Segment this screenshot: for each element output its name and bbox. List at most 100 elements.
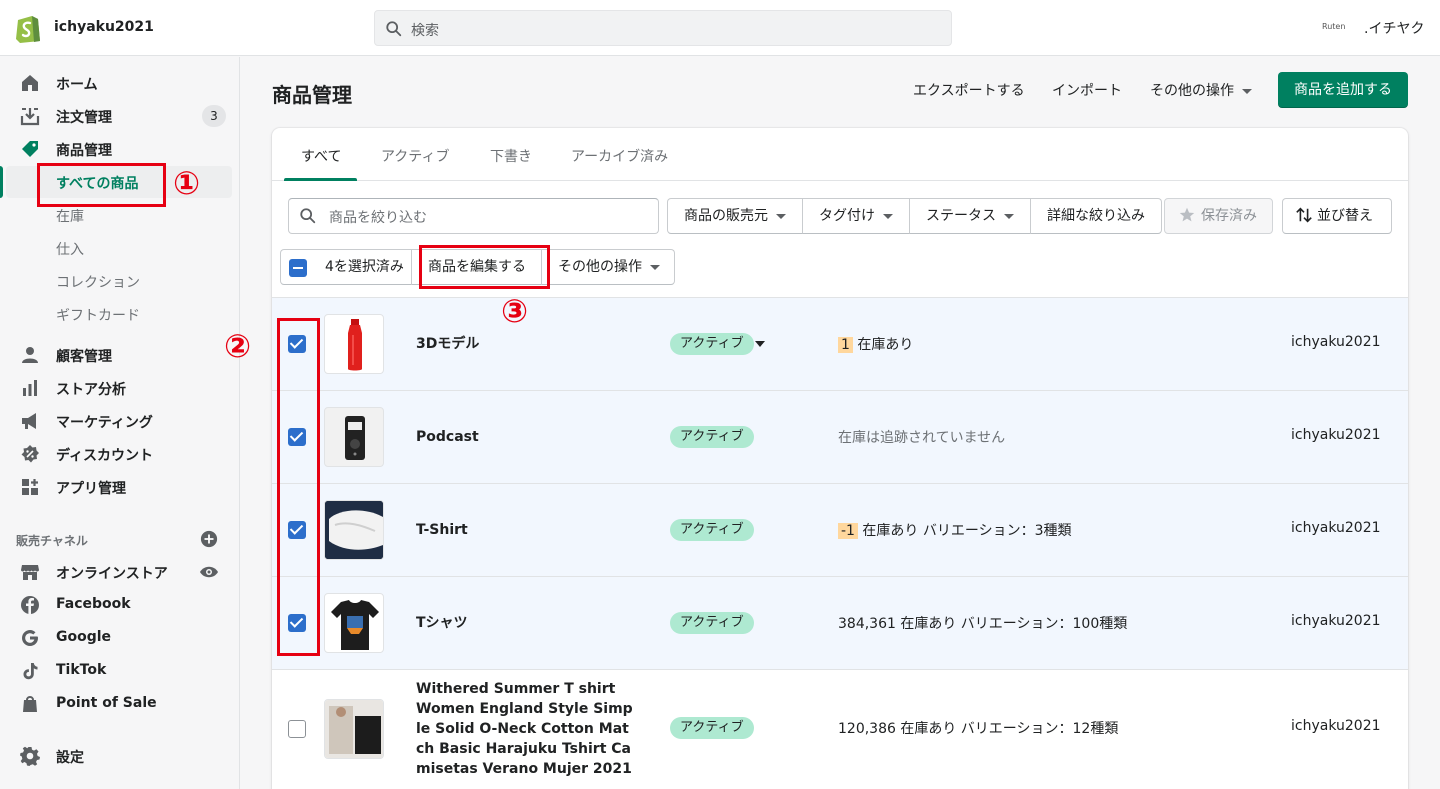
vendor-text: ichyaku2021 — [1291, 718, 1381, 734]
caret-down-icon — [1242, 88, 1252, 94]
star-icon — [1179, 207, 1195, 222]
bulk-more-actions-button[interactable]: その他の操作 — [541, 249, 675, 285]
tab-active[interactable]: アクティブ — [381, 146, 449, 166]
apps-icon — [22, 479, 38, 495]
sidebar-label-marketing: マーケティング — [56, 415, 153, 431]
table-row[interactable]: Withered Summer T shirt Women England St… — [272, 669, 1408, 789]
status-badge: アクティブ — [670, 717, 754, 739]
tagged-filter-button[interactable]: タグ付け — [802, 198, 910, 234]
tagged-filter-label: タグ付け — [819, 208, 875, 224]
vendor-text: ichyaku2021 — [1291, 613, 1381, 629]
sidebar-item-marketing[interactable]: マーケティング — [0, 405, 240, 437]
product-name-line: Withered Summer T shirt — [416, 681, 616, 697]
eye-icon[interactable] — [199, 562, 219, 582]
product-thumbnail[interactable] — [324, 314, 384, 374]
import-button[interactable]: インポート — [1052, 80, 1122, 100]
tab-archived[interactable]: アーカイブ済み — [571, 146, 668, 166]
sidebar-item-orders[interactable]: 注文管理 3 — [0, 100, 240, 132]
saved-button[interactable]: 保存済み — [1164, 198, 1273, 234]
selected-count-label: 4を選択済み — [325, 259, 404, 275]
sidebar-label-inventory: 在庫 — [56, 209, 84, 225]
add-product-button[interactable]: 商品を追加する — [1278, 72, 1408, 108]
sidebar-item-facebook[interactable]: Facebook — [0, 589, 240, 621]
active-indicator — [0, 166, 3, 198]
shopify-logo-icon[interactable] — [14, 13, 42, 43]
sort-button[interactable]: 並び替え — [1282, 198, 1392, 234]
google-icon — [22, 630, 38, 646]
sales-channels-heading: 販売チャネル — [16, 534, 88, 548]
user-menu[interactable]: .イチヤク — [1364, 18, 1424, 38]
product-name[interactable]: T-Shirt — [416, 520, 468, 540]
vendor-text: ichyaku2021 — [1291, 334, 1381, 350]
caret-down-icon[interactable] — [755, 341, 765, 347]
tab-all[interactable]: すべて — [301, 146, 341, 166]
product-name-line: Women England Style Simp — [416, 701, 633, 717]
table-row[interactable]: 3Dモデル アクティブ 1 在庫あり ichyaku2021 — [272, 297, 1408, 390]
sidebar-item-gift-cards[interactable]: ギフトカード — [0, 298, 240, 330]
tab-draft[interactable]: 下書き — [490, 146, 532, 166]
sidebar-label-transfers: 仕入 — [56, 242, 84, 258]
status-filter-button[interactable]: ステータス — [909, 198, 1031, 234]
product-name[interactable]: Withered Summer T shirt Women England St… — [416, 679, 633, 779]
select-all-checkbox-button[interactable]: 4を選択済み — [280, 249, 412, 285]
product-thumbnail[interactable] — [324, 593, 384, 653]
vendor-filter-label: 商品の販売元 — [684, 208, 768, 224]
annotation-box-all-products — [37, 163, 166, 207]
sidebar-item-discounts[interactable]: ディスカウント — [0, 438, 240, 470]
product-name[interactable]: Tシャツ — [416, 613, 468, 633]
table-row[interactable]: Tシャツ アクティブ 384,361 在庫あり バリエーション：100種類 ic… — [272, 576, 1408, 669]
product-filter-input[interactable]: 商品を絞り込む — [288, 198, 659, 234]
sidebar-label-settings: 設定 — [56, 750, 84, 766]
export-button[interactable]: エクスポートする — [913, 80, 1025, 100]
product-name-line: misetas Verano Mujer 2021 — [416, 761, 632, 777]
tshirt-collage-image — [325, 700, 383, 758]
product-name[interactable]: Podcast — [416, 427, 479, 447]
table-row[interactable]: Podcast アクティブ 在庫は追跡されていません ichyaku2021 — [272, 390, 1408, 483]
more-actions-button[interactable]: その他の操作 — [1150, 80, 1252, 100]
row-checkbox[interactable] — [288, 720, 306, 738]
inventory-count-highlight: -1 — [838, 523, 858, 539]
product-thumbnail[interactable] — [324, 500, 384, 560]
product-thumbnail[interactable] — [324, 699, 384, 759]
sidebar-item-pos[interactable]: Point of Sale — [0, 688, 240, 720]
sidebar-item-apps[interactable]: アプリ管理 — [0, 471, 240, 503]
caret-down-icon — [776, 213, 786, 219]
top-bar: ichyaku2021 検索 Ruten .イチヤク — [0, 0, 1440, 56]
sidebar-item-google[interactable]: Google — [0, 622, 240, 654]
sidebar-label-analytics: ストア分析 — [56, 382, 126, 398]
sidebar-label-facebook: Facebook — [56, 596, 131, 612]
megaphone-icon — [22, 413, 36, 429]
sidebar-item-analytics[interactable]: ストア分析 — [0, 372, 240, 404]
vendor-filter-button[interactable]: 商品の販売元 — [667, 198, 803, 234]
sidebar-item-collections[interactable]: コレクション — [0, 265, 240, 297]
status-badge: アクティブ — [670, 519, 754, 541]
sidebar-item-settings[interactable]: 設定 — [0, 740, 240, 772]
sidebar-item-products[interactable]: 商品管理 — [0, 133, 240, 165]
podcast-device-image — [345, 416, 365, 460]
product-name[interactable]: 3Dモデル — [416, 334, 479, 354]
sidebar-item-customers[interactable]: 顧客管理 — [0, 339, 240, 371]
inventory-text: 在庫は追跡されていません — [838, 430, 1006, 446]
orders-icon — [20, 108, 40, 126]
caret-down-icon — [883, 213, 893, 219]
sidebar-label-collections: コレクション — [56, 275, 140, 291]
store-name[interactable]: ichyaku2021 — [54, 19, 154, 35]
search-icon — [300, 208, 316, 224]
bulk-more-actions-label: その他の操作 — [558, 259, 642, 275]
filter-placeholder: 商品を絞り込む — [329, 210, 427, 226]
sidebar-item-transfers[interactable]: 仕入 — [0, 232, 240, 264]
product-thumbnail[interactable] — [324, 407, 384, 467]
more-filters-button[interactable]: 詳細な絞り込み — [1030, 198, 1162, 234]
global-search-input[interactable]: 検索 — [374, 10, 952, 46]
status-badge: アクティブ — [670, 426, 754, 448]
sidebar-item-tiktok[interactable]: TikTok — [0, 655, 240, 687]
inventory-text: 120,386 在庫あり バリエーション：12種類 — [838, 721, 1119, 737]
sidebar-label-orders: 注文管理 — [56, 110, 112, 126]
table-row[interactable]: T-Shirt アクティブ -1 在庫あり バリエーション：3種類 ichyak… — [272, 483, 1408, 576]
sidebar-item-home[interactable]: ホーム — [0, 67, 240, 99]
status-badge: アクティブ — [670, 333, 754, 355]
status-badge: アクティブ — [670, 612, 754, 634]
add-channel-icon[interactable] — [200, 530, 218, 548]
search-icon — [386, 21, 402, 37]
vendor-text: ichyaku2021 — [1291, 427, 1381, 443]
